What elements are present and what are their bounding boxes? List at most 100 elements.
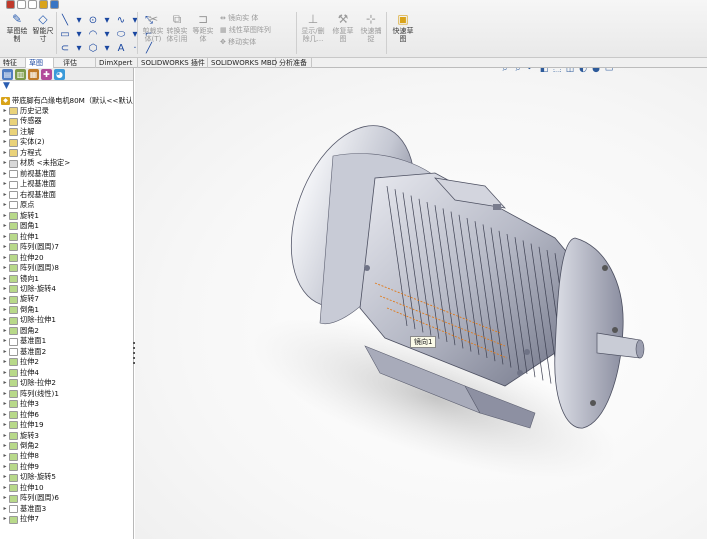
tree-item[interactable]: ▸ 拉伸4	[0, 368, 134, 378]
move-entities-button[interactable]: ✥ 移动实体	[220, 36, 271, 48]
expand-arrow-icon[interactable]: ▸	[2, 274, 8, 284]
display-manager-tab-icon[interactable]: ◕	[54, 69, 65, 80]
expand-arrow-icon[interactable]: ▸	[2, 169, 8, 179]
tree-item[interactable]: ▸ 拉伸19	[0, 420, 134, 430]
expand-arrow-icon[interactable]: ▸	[2, 284, 8, 294]
linear-pattern-button[interactable]: ▦ 线性草图阵列	[220, 24, 271, 36]
dropdown-arrow-icon[interactable]: ▾	[102, 43, 112, 54]
quick-snaps-button[interactable]: ⊹ 快速捕 捉	[358, 12, 384, 43]
filter-icon[interactable]: ▼	[0, 81, 133, 91]
tree-item[interactable]: ▸ 基准面2	[0, 347, 134, 357]
text-icon[interactable]: A	[116, 43, 126, 54]
expand-arrow-icon[interactable]: ▸	[2, 336, 8, 346]
expand-arrow-icon[interactable]: ▸	[2, 347, 8, 357]
tree-item[interactable]: ▸ 原点	[0, 200, 134, 210]
tree-item[interactable]: ▸ 切除-旋转4	[0, 284, 134, 294]
rebuild-icon[interactable]	[39, 0, 48, 9]
circle-icon[interactable]: ⊙	[88, 15, 98, 26]
dropdown-arrow-icon[interactable]: ▾	[74, 43, 84, 54]
expand-arrow-icon[interactable]: ▸	[2, 315, 8, 325]
tree-item[interactable]: ▸ 旋转1	[0, 211, 134, 221]
tree-item[interactable]: ▸ 右视基准面	[0, 190, 134, 200]
expand-arrow-icon[interactable]: ▸	[2, 378, 8, 388]
expand-arrow-icon[interactable]: ▸	[2, 294, 8, 304]
rapid-sketch-button[interactable]: ▣ 快速草 图	[390, 12, 416, 43]
tree-item[interactable]: ▸ 拉伸1	[0, 232, 134, 242]
tree-item[interactable]: ▸ 切除-拉伸2	[0, 378, 134, 388]
offset-entities-button[interactable]: ⊐ 等距实 体	[190, 12, 216, 43]
tree-item[interactable]: ▸ 前视基准面	[0, 169, 134, 179]
expand-arrow-icon[interactable]: ▸	[2, 211, 8, 221]
tree-item[interactable]: ▸ 阵列(圆周)6	[0, 493, 134, 503]
tab-features[interactable]: 特征	[0, 58, 26, 68]
tree-item[interactable]: ▸ 历史记录	[0, 106, 134, 116]
tree-item[interactable]: ▸ 注解	[0, 127, 134, 137]
expand-arrow-icon[interactable]: ▸	[2, 148, 8, 158]
dropdown-arrow-icon[interactable]: ▾	[102, 29, 112, 40]
expand-arrow-icon[interactable]: ▸	[2, 116, 8, 126]
expand-arrow-icon[interactable]: ▸	[2, 179, 8, 189]
tab-analysis-prep[interactable]: 分析准备	[276, 58, 312, 68]
tree-item[interactable]: ▸ 旋转7	[0, 294, 134, 304]
expand-arrow-icon[interactable]: ▸	[2, 253, 8, 263]
tree-item[interactable]: ▸ 基准面3	[0, 504, 134, 514]
mirror-entities-button[interactable]: ⇹ 镜向实 体	[220, 12, 271, 24]
dropdown-arrow-icon[interactable]: ▾	[130, 15, 140, 26]
polygon-icon[interactable]: ⬡	[88, 43, 98, 54]
slot-icon[interactable]: ⊂	[60, 43, 70, 54]
tree-item[interactable]: ▸ 拉伸10	[0, 483, 134, 493]
tree-item[interactable]: ▸ 切除-旋转5	[0, 472, 134, 482]
expand-arrow-icon[interactable]: ▸	[2, 504, 8, 514]
tree-item[interactable]: ▸ 拉伸9	[0, 462, 134, 472]
expand-arrow-icon[interactable]: ▸	[2, 451, 8, 461]
tree-item[interactable]: ▸ 拉伸2	[0, 357, 134, 367]
expand-arrow-icon[interactable]: ▸	[2, 158, 8, 168]
configuration-manager-tab-icon[interactable]: ▦	[28, 69, 39, 80]
app-logo-icon[interactable]	[6, 0, 15, 9]
expand-arrow-icon[interactable]: ▸	[2, 514, 8, 524]
expand-arrow-icon[interactable]: ▸	[2, 420, 8, 430]
expand-arrow-icon[interactable]: ▸	[2, 462, 8, 472]
expand-arrow-icon[interactable]: ▸	[2, 493, 8, 503]
tree-item[interactable]: ▸ 拉伸8	[0, 451, 134, 461]
centerline-icon[interactable]: ╱	[144, 43, 154, 54]
point-icon[interactable]: ·	[130, 43, 140, 54]
tree-item[interactable]: ▸ 拉伸6	[0, 410, 134, 420]
sketch-button[interactable]: ✎ 草图绘 制	[4, 12, 30, 43]
expand-arrow-icon[interactable]: ▸	[2, 242, 8, 252]
tree-item[interactable]: ▸ 拉伸3	[0, 399, 134, 409]
tree-item[interactable]: ▸ 镜向1	[0, 274, 134, 284]
expand-arrow-icon[interactable]: ▸	[2, 221, 8, 231]
cursor-icon[interactable]	[28, 0, 37, 9]
expand-arrow-icon[interactable]: ▸	[2, 431, 8, 441]
tree-item[interactable]: ▸ 倒角1	[0, 305, 134, 315]
trim-entities-button[interactable]: ✂ 剪裁实 体(T)	[140, 12, 166, 43]
ellipse-icon[interactable]: ⬭	[116, 29, 126, 40]
convert-entities-button[interactable]: ⧉ 转换实 体引用	[164, 12, 190, 43]
expand-arrow-icon[interactable]: ▸	[2, 137, 8, 147]
tree-item[interactable]: ▸ 拉伸7	[0, 514, 134, 524]
tree-item[interactable]: ▸ 拉伸20	[0, 253, 134, 263]
tab-solidworks-mbd[interactable]: SOLIDWORKS MBD	[208, 58, 277, 68]
tree-item[interactable]: ▸ 旋转3	[0, 431, 134, 441]
tree-item[interactable]: ▸ 圆角1	[0, 221, 134, 231]
motor-model[interactable]	[135, 68, 707, 539]
tree-item[interactable]: ▸ 上视基准面	[0, 179, 134, 189]
expand-arrow-icon[interactable]: ▸	[2, 441, 8, 451]
tree-item[interactable]: ▸ 倒角2	[0, 441, 134, 451]
tree-item[interactable]: ▸ 材质 <未指定>	[0, 158, 134, 168]
tree-item[interactable]: ▸ 圆角2	[0, 326, 134, 336]
tab-dimxpert[interactable]: DimXpert	[96, 58, 138, 68]
expand-arrow-icon[interactable]: ▸	[2, 326, 8, 336]
rectangle-icon[interactable]: ▭	[60, 29, 70, 40]
expand-arrow-icon[interactable]: ▸	[2, 190, 8, 200]
expand-arrow-icon[interactable]: ▸	[2, 305, 8, 315]
new-icon[interactable]	[17, 0, 26, 9]
dropdown-arrow-icon[interactable]: ▾	[102, 15, 112, 26]
display-delete-relations-button[interactable]: ⊥ 显示/删 除几...	[300, 12, 326, 43]
expand-arrow-icon[interactable]: ▸	[2, 232, 8, 242]
arc-icon[interactable]: ◠	[88, 29, 98, 40]
expand-arrow-icon[interactable]: ▸	[2, 263, 8, 273]
dropdown-arrow-icon[interactable]: ▾	[74, 15, 84, 26]
tree-root-part[interactable]: ◆ 带底脚有凸缘电机80M（默认<<默认	[0, 96, 134, 106]
